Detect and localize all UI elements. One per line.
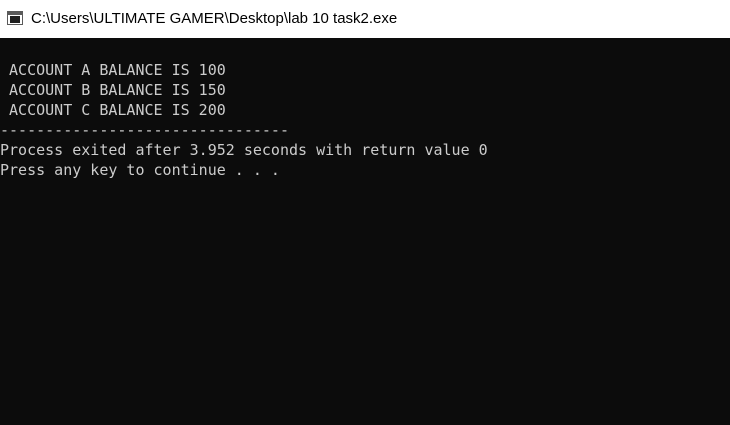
console-line-process-exited: Process exited after 3.952 seconds with … xyxy=(0,141,488,159)
window-title: C:\Users\ULTIMATE GAMER\Desktop\lab 10 t… xyxy=(31,10,398,27)
title-bar[interactable]: C:\Users\ULTIMATE GAMER\Desktop\lab 10 t… xyxy=(0,0,730,38)
console-separator-line: -------------------------------- xyxy=(0,121,289,139)
console-line-press-any-key: Press any key to continue . . . xyxy=(0,161,280,179)
console-app-icon xyxy=(7,11,23,25)
console-line-account-c: ACCOUNT C BALANCE IS 200 xyxy=(0,101,226,119)
console-line-account-a: ACCOUNT A BALANCE IS 100 xyxy=(0,61,226,79)
console-line-account-b: ACCOUNT B BALANCE IS 150 xyxy=(0,81,226,99)
console-window: C:\Users\ULTIMATE GAMER\Desktop\lab 10 t… xyxy=(0,0,730,425)
console-output[interactable]: ACCOUNT A BALANCE IS 100 ACCOUNT B BALAN… xyxy=(0,58,730,425)
